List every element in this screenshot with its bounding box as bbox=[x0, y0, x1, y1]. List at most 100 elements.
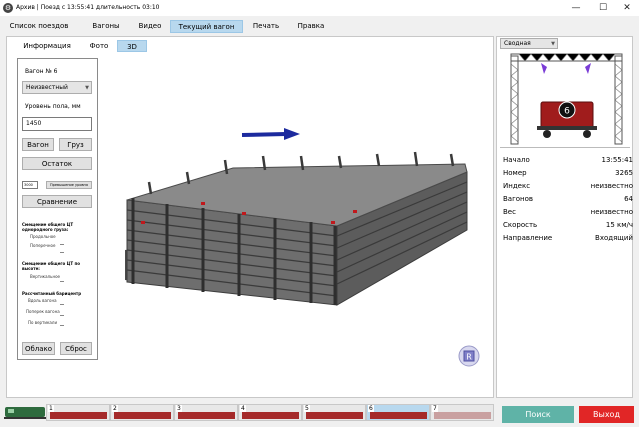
cloud-button[interactable]: Облако bbox=[22, 342, 55, 355]
wagon-thumbnail bbox=[114, 412, 171, 419]
info-value: неизвестно bbox=[590, 182, 633, 190]
tab-video[interactable]: Видео bbox=[132, 20, 168, 33]
tab-current-wagon[interactable]: Текущий вагон bbox=[170, 20, 243, 33]
info-key: Вес bbox=[503, 208, 516, 216]
wagon-number-badge: 6 bbox=[564, 107, 570, 117]
tab-edit[interactable]: Правка bbox=[292, 20, 330, 33]
barycenter-title: Рассчитанный барицентр bbox=[22, 291, 82, 296]
chevron-down-icon: ▼ bbox=[551, 41, 555, 47]
wagon-number-label: Вагон № 6 bbox=[25, 68, 58, 75]
segment-number: 3 bbox=[176, 405, 182, 412]
subtab-3d[interactable]: 3D bbox=[117, 40, 147, 52]
app-icon: ⚙ bbox=[3, 3, 13, 13]
close-icon[interactable]: ✕ bbox=[614, 0, 639, 16]
floor-level-input[interactable]: 1450 bbox=[22, 117, 92, 131]
wagon-type-select[interactable]: Неизвестный ▼ bbox=[22, 81, 92, 94]
title-bar: ⚙ Архив | Поезд с 13:55:41 длительность … bbox=[0, 0, 639, 16]
wagon-thumbnail bbox=[50, 412, 107, 419]
info-row-number: Номер 3265 bbox=[503, 167, 633, 180]
along-wagon-value bbox=[60, 304, 64, 305]
height-shift-title: Смещение общего ЦТ по высоте: bbox=[22, 261, 80, 271]
across-wagon-value bbox=[60, 315, 64, 316]
transverse-label: Поперечное bbox=[30, 243, 56, 248]
summary-divider bbox=[500, 147, 630, 148]
control-panel: Вагон № 6 Неизвестный ▼ Уровень пола, мм… bbox=[17, 58, 98, 360]
train-segment[interactable]: 2 bbox=[110, 404, 174, 421]
info-value: Входящий bbox=[595, 234, 633, 242]
tab-print[interactable]: Печать bbox=[248, 20, 284, 33]
by-vertical-value bbox=[60, 325, 64, 326]
segment-number: 2 bbox=[112, 405, 118, 412]
segment-number: 6 bbox=[368, 405, 374, 412]
wagon-thumbnail bbox=[434, 412, 491, 419]
train-segment[interactable]: 5 bbox=[302, 404, 366, 421]
minimize-icon[interactable]: — bbox=[563, 0, 589, 16]
train-segment[interactable]: 3 bbox=[174, 404, 238, 421]
info-row-start: Начало 13:55:41 bbox=[503, 154, 633, 167]
info-value: 13:55:41 bbox=[601, 156, 633, 164]
window-title: Архив | Поезд с 13:55:41 длительность 03… bbox=[16, 4, 160, 11]
app-window: ⚙ Архив | Поезд с 13:55:41 длительность … bbox=[0, 0, 639, 427]
locomotive-icon[interactable] bbox=[4, 405, 46, 421]
reset-button[interactable]: Сброс bbox=[60, 342, 92, 355]
across-wagon-label: Поперек вагона bbox=[26, 309, 60, 314]
longitudinal-label: Продольное bbox=[30, 234, 56, 239]
exceed-level-button[interactable]: Превышение уровня bbox=[46, 181, 92, 189]
segment-number: 5 bbox=[304, 405, 310, 412]
vertical-value bbox=[60, 281, 64, 282]
summary-mode-value: Сводная bbox=[504, 40, 531, 47]
info-key: Начало bbox=[503, 156, 530, 164]
uniform-cargo-shift-title: Смещение общего ЦТ однородного груза: bbox=[22, 222, 74, 232]
main-tab-bar: Список поездов Вагоны Видео Текущий ваго… bbox=[0, 20, 639, 33]
scanner-gate-diagram: 6 bbox=[510, 53, 623, 145]
subtab-info[interactable]: Информация bbox=[19, 40, 75, 52]
info-key: Вагонов bbox=[503, 195, 534, 203]
orientation-cube-letter: R bbox=[466, 353, 472, 362]
tab-wagons[interactable]: Вагоны bbox=[86, 20, 126, 33]
wagon-thumbnail bbox=[242, 412, 299, 419]
segment-number: 1 bbox=[48, 405, 54, 412]
wagon-type-value: Неизвестный bbox=[26, 84, 68, 91]
train-segment[interactable]: 4 bbox=[238, 404, 302, 421]
wagon-thumbnail bbox=[306, 412, 363, 419]
wagon-3d-model[interactable] bbox=[105, 130, 475, 330]
floor-level-label: Уровень пола, мм bbox=[25, 103, 81, 110]
train-segment[interactable]: 7 bbox=[430, 404, 494, 421]
info-row-weight: Вес неизвестно bbox=[503, 206, 633, 219]
info-row-speed: Скорость 15 км/ч bbox=[503, 219, 633, 232]
vertical-label: Вертикальное bbox=[30, 274, 60, 279]
wagon-button[interactable]: Вагон bbox=[22, 138, 54, 151]
exit-button[interactable]: Выход bbox=[579, 406, 634, 423]
info-value: 15 км/ч bbox=[605, 221, 633, 229]
info-row-wagons: Вагонов 64 bbox=[503, 193, 633, 206]
exceed-level-input[interactable]: 3000 bbox=[22, 181, 38, 189]
by-vertical-label: По вертикали bbox=[28, 320, 58, 325]
summary-mode-select[interactable]: Сводная ▼ bbox=[500, 38, 558, 49]
cargo-button[interactable]: Груз bbox=[59, 138, 92, 151]
info-key: Индекс bbox=[503, 182, 531, 190]
longitudinal-value bbox=[60, 244, 64, 245]
info-value: 3265 bbox=[615, 169, 633, 177]
train-segment[interactable]: 1 bbox=[46, 404, 110, 421]
subtab-photo[interactable]: Фото bbox=[84, 40, 114, 52]
wagon-thumbnail bbox=[178, 412, 235, 419]
orientation-cube-icon[interactable]: R bbox=[458, 345, 480, 367]
wagon-thumbnail bbox=[370, 412, 427, 419]
tab-train-list[interactable]: Список поездов bbox=[0, 20, 78, 33]
remainder-button[interactable]: Остаток bbox=[22, 157, 92, 170]
info-row-index: Индекс неизвестно bbox=[503, 180, 633, 193]
maximize-icon[interactable]: ☐ bbox=[590, 0, 616, 16]
transverse-value bbox=[60, 252, 64, 253]
search-button[interactable]: Поиск bbox=[502, 406, 574, 423]
info-key: Скорость bbox=[503, 221, 538, 229]
train-segment-selected[interactable]: 6 bbox=[366, 404, 430, 421]
compare-button[interactable]: Сравнение bbox=[22, 195, 92, 208]
info-key: Номер bbox=[503, 169, 527, 177]
info-key: Направление bbox=[503, 234, 553, 242]
info-value: 64 bbox=[624, 195, 633, 203]
segment-number: 7 bbox=[432, 405, 438, 412]
chevron-down-icon: ▼ bbox=[85, 85, 89, 91]
segment-number: 4 bbox=[240, 405, 246, 412]
info-row-direction: Направление Входящий bbox=[503, 232, 633, 245]
info-value: неизвестно bbox=[590, 208, 633, 216]
